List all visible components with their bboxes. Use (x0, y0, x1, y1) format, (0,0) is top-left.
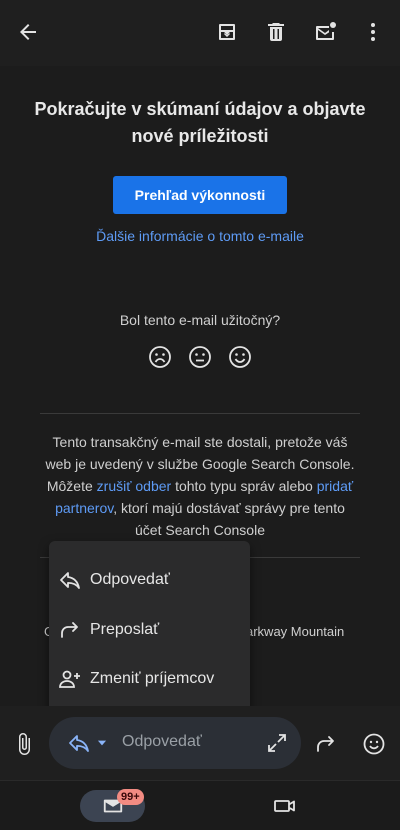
more-vert-icon[interactable] (358, 17, 388, 47)
menu-item-label: Preposlať (90, 621, 160, 638)
menu-item-forward[interactable]: Preposlať (49, 608, 250, 652)
section-divider (40, 413, 360, 414)
menu-item-reply[interactable]: Odpovedať (49, 558, 250, 602)
forward-icon (58, 618, 82, 642)
feedback-question: Bol tento e-mail užitočný? (119, 312, 281, 328)
unread-count-badge: 99+ (117, 789, 144, 805)
video-icon[interactable] (273, 794, 297, 818)
footer-notice: Tento transakčný e-mail ste dostali, pre… (40, 431, 360, 541)
more-info-link[interactable]: Ďalšie informácie o tomto e-maile (0, 228, 400, 244)
email-headline: Pokračujte v skúmaní údajov a objavte no… (34, 99, 366, 146)
neutral-face-icon[interactable] (188, 345, 212, 369)
menu-item-label: Odpovedať (90, 571, 170, 588)
reply-icon[interactable] (67, 731, 91, 755)
dropdown-icon[interactable] (95, 736, 109, 750)
footer-text-part: tohto typu správ alebo (171, 478, 317, 494)
top-app-bar (0, 0, 400, 66)
address-text: arkway Mountain (246, 624, 345, 639)
attach-icon[interactable] (12, 732, 36, 756)
back-arrow-icon[interactable] (13, 17, 43, 47)
reply-options-menu: Odpovedať Preposlať Zmeniť príjemcov (49, 541, 250, 718)
mark-unread-icon[interactable] (310, 17, 340, 47)
expand-icon[interactable] (265, 731, 289, 755)
delete-icon[interactable] (261, 17, 291, 47)
menu-item-label: Zmeniť príjemcov (90, 670, 215, 687)
reply-compose-field[interactable]: Odpovedať (49, 717, 301, 769)
forward-icon[interactable] (314, 732, 338, 756)
performance-report-button[interactable]: Prehľad výkonnosti (113, 176, 287, 214)
reply-bar: Odpovedať (0, 706, 400, 780)
reply-placeholder: Odpovedať (122, 733, 202, 750)
feedback-faces (146, 345, 256, 371)
emoji-icon[interactable] (362, 732, 386, 756)
happy-face-icon[interactable] (228, 345, 252, 369)
change-recipients-icon (58, 667, 82, 691)
bottom-navigation: 99+ (0, 780, 400, 830)
unsubscribe-link[interactable]: zrušiť odber (97, 478, 172, 494)
archive-icon[interactable] (212, 17, 242, 47)
sad-face-icon[interactable] (148, 345, 172, 369)
reply-icon (58, 568, 82, 592)
footer-text-part: , ktorí majú dostávať správy pre tento ú… (113, 500, 345, 538)
menu-item-change-recipients[interactable]: Zmeniť príjemcov (49, 657, 250, 701)
